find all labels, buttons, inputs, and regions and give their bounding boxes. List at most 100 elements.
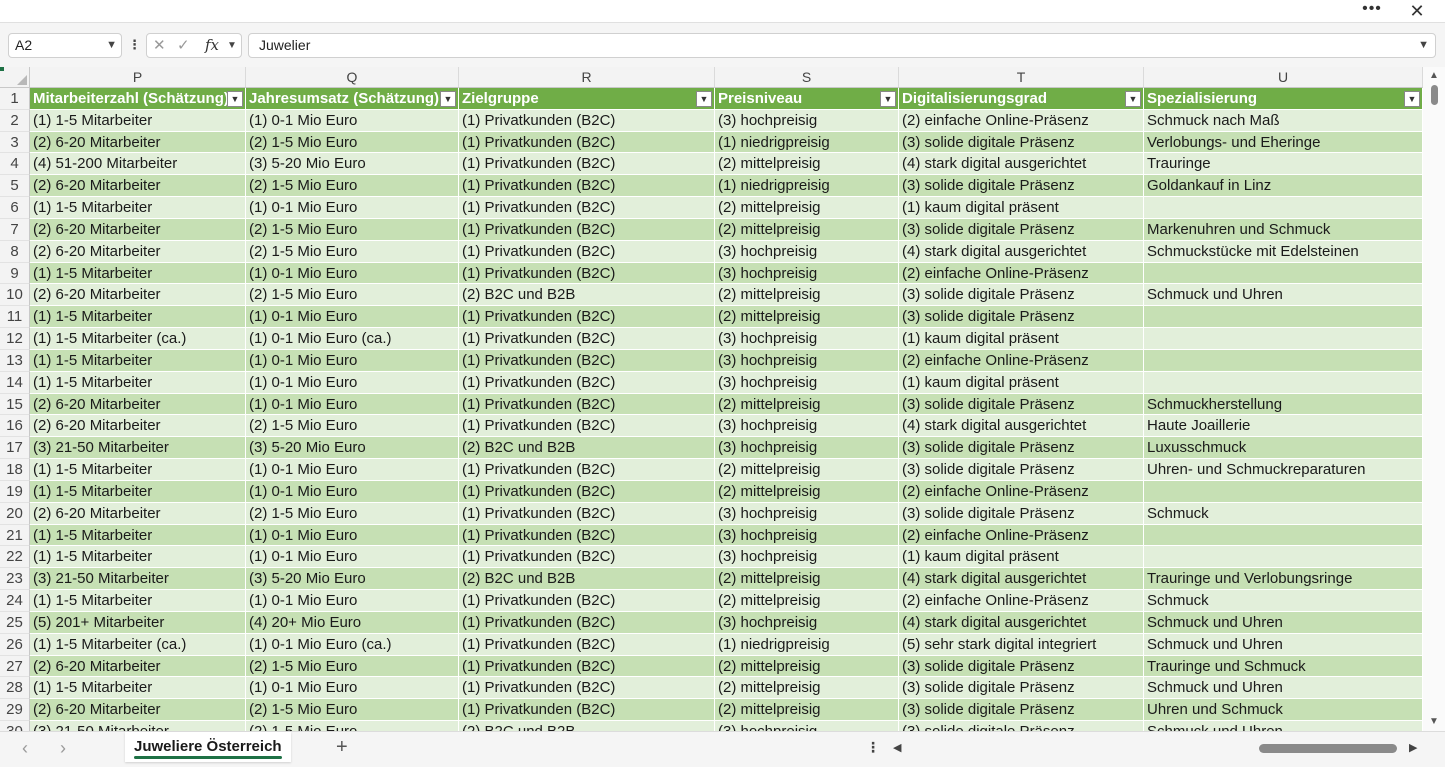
table-cell[interactable]: (2) 6-20 Mitarbeiter bbox=[30, 655, 246, 678]
table-cell[interactable]: (3) solide digitale Präsenz bbox=[899, 393, 1144, 416]
table-cell[interactable]: (3) solide digitale Präsenz bbox=[899, 721, 1144, 731]
table-cell[interactable]: (3) 21-50 Mitarbeiter bbox=[30, 721, 246, 731]
table-cell[interactable]: (2) mittelpreisig bbox=[715, 590, 899, 612]
table-cell[interactable]: (2) 1-5 Mio Euro bbox=[246, 415, 459, 438]
table-cell[interactable]: (1) Privatkunden (B2C) bbox=[459, 131, 715, 154]
prev-sheet-icon[interactable]: ‹ bbox=[22, 738, 28, 759]
table-cell[interactable]: (3) 21-50 Mitarbeiter bbox=[30, 568, 246, 591]
table-cell[interactable]: (2) 6-20 Mitarbeiter bbox=[30, 393, 246, 416]
header-cell[interactable]: Jahresumsatz (Schätzung) ▼ bbox=[246, 88, 459, 110]
table-cell[interactable]: (1) Privatkunden (B2C) bbox=[459, 371, 715, 394]
table-cell[interactable]: (2) B2C und B2B bbox=[459, 568, 715, 591]
table-cell[interactable]: (1) Privatkunden (B2C) bbox=[459, 328, 715, 350]
table-cell[interactable]: (3) hochpreisig bbox=[715, 611, 899, 634]
table-cell[interactable]: (1) Privatkunden (B2C) bbox=[459, 633, 715, 656]
table-cell[interactable]: Schmuck bbox=[1144, 502, 1423, 525]
table-cell[interactable]: Verlobungs- und Eheringe bbox=[1144, 131, 1423, 154]
table-cell[interactable]: (2) 6-20 Mitarbeiter bbox=[30, 502, 246, 525]
row-number[interactable]: 4 bbox=[0, 153, 30, 176]
table-cell[interactable]: (1) 1-5 Mitarbeiter bbox=[30, 349, 246, 372]
table-cell[interactable]: (1) 0-1 Mio Euro bbox=[246, 197, 459, 219]
table-cell[interactable]: (1) 0-1 Mio Euro (ca.) bbox=[246, 328, 459, 350]
table-cell[interactable]: (1) kaum digital präsent bbox=[899, 197, 1144, 219]
row-number[interactable]: 20 bbox=[0, 502, 30, 525]
table-cell[interactable]: (1) Privatkunden (B2C) bbox=[459, 677, 715, 700]
vertical-dots-icon[interactable]: ⋮ bbox=[866, 739, 880, 756]
table-cell[interactable]: (1) niedrigpreisig bbox=[715, 131, 899, 154]
row-number[interactable]: 22 bbox=[0, 546, 30, 569]
column-header-5[interactable]: U bbox=[1144, 67, 1423, 88]
filter-dropdown-icon[interactable]: ▼ bbox=[227, 91, 243, 107]
table-cell[interactable] bbox=[1144, 349, 1423, 372]
table-cell[interactable] bbox=[1144, 262, 1423, 285]
table-cell[interactable]: (2) mittelpreisig bbox=[715, 568, 899, 591]
row-number[interactable]: 6 bbox=[0, 197, 30, 219]
table-cell[interactable]: (3) 5-20 Mio Euro bbox=[246, 153, 459, 176]
table-cell[interactable]: (2) einfache Online-Präsenz bbox=[899, 524, 1144, 547]
cancel-icon[interactable]: ✕ bbox=[153, 34, 166, 57]
table-cell[interactable]: (3) hochpreisig bbox=[715, 524, 899, 547]
header-cell[interactable]: Spezialisierung ▼ bbox=[1144, 88, 1423, 110]
header-cell[interactable]: Preisniveau ▼ bbox=[715, 88, 899, 110]
table-cell[interactable]: (2) 1-5 Mio Euro bbox=[246, 218, 459, 241]
table-cell[interactable]: (4) stark digital ausgerichtet bbox=[899, 415, 1144, 438]
table-cell[interactable]: (4) stark digital ausgerichtet bbox=[899, 240, 1144, 263]
column-header-4[interactable]: T bbox=[899, 67, 1144, 88]
table-cell[interactable]: (2) mittelpreisig bbox=[715, 677, 899, 700]
sheet-tab[interactable]: Juweliere Österreich bbox=[125, 732, 291, 762]
vertical-dots-icon[interactable]: ⋮ bbox=[128, 35, 141, 55]
row-number[interactable]: 8 bbox=[0, 240, 30, 263]
table-cell[interactable]: (2) einfache Online-Präsenz bbox=[899, 262, 1144, 285]
table-cell[interactable]: (3) hochpreisig bbox=[715, 262, 899, 285]
table-cell[interactable]: Uhren und Schmuck bbox=[1144, 699, 1423, 722]
table-cell[interactable]: Schmuck und Uhren bbox=[1144, 284, 1423, 307]
table-cell[interactable]: (3) hochpreisig bbox=[715, 240, 899, 263]
table-cell[interactable]: (3) hochpreisig bbox=[715, 546, 899, 569]
vertical-scroll-thumb[interactable] bbox=[1431, 85, 1438, 105]
row-number[interactable]: 14 bbox=[0, 371, 30, 394]
table-cell[interactable]: (2) mittelpreisig bbox=[715, 655, 899, 678]
table-cell[interactable]: (3) solide digitale Präsenz bbox=[899, 699, 1144, 722]
table-cell[interactable]: Schmuckherstellung bbox=[1144, 393, 1423, 416]
row-number[interactable]: 9 bbox=[0, 262, 30, 285]
table-cell[interactable]: (5) sehr stark digital integriert bbox=[899, 633, 1144, 656]
table-cell[interactable]: (1) Privatkunden (B2C) bbox=[459, 546, 715, 569]
table-cell[interactable]: (2) 1-5 Mio Euro bbox=[246, 699, 459, 722]
table-cell[interactable]: (3) solide digitale Präsenz bbox=[899, 284, 1144, 307]
table-cell[interactable]: (2) 6-20 Mitarbeiter bbox=[30, 699, 246, 722]
row-number[interactable]: 13 bbox=[0, 349, 30, 372]
chevron-down-icon[interactable]: ▼ bbox=[227, 34, 237, 57]
row-number[interactable]: 2 bbox=[0, 109, 30, 132]
table-cell[interactable]: Markenuhren und Schmuck bbox=[1144, 218, 1423, 241]
add-sheet-icon[interactable]: + bbox=[336, 736, 348, 759]
table-cell[interactable]: (2) mittelpreisig bbox=[715, 306, 899, 329]
table-cell[interactable]: (2) 1-5 Mio Euro bbox=[246, 284, 459, 307]
scroll-right-icon[interactable]: ▶ bbox=[1409, 741, 1417, 754]
table-cell[interactable]: (3) hochpreisig bbox=[715, 415, 899, 438]
table-cell[interactable]: (2) 1-5 Mio Euro bbox=[246, 502, 459, 525]
column-header-3[interactable]: S bbox=[715, 67, 899, 88]
table-cell[interactable]: (2) mittelpreisig bbox=[715, 197, 899, 219]
table-cell[interactable]: Trauringe bbox=[1144, 153, 1423, 176]
table-cell[interactable]: (1) Privatkunden (B2C) bbox=[459, 262, 715, 285]
row-number[interactable]: 30 bbox=[0, 721, 30, 731]
table-cell[interactable]: (3) hochpreisig bbox=[715, 328, 899, 350]
table-cell[interactable]: (1) Privatkunden (B2C) bbox=[459, 197, 715, 219]
table-cell[interactable]: (1) 1-5 Mitarbeiter (ca.) bbox=[30, 633, 246, 656]
table-cell[interactable]: (1) Privatkunden (B2C) bbox=[459, 393, 715, 416]
table-cell[interactable]: (2) mittelpreisig bbox=[715, 699, 899, 722]
table-cell[interactable]: (1) Privatkunden (B2C) bbox=[459, 655, 715, 678]
table-cell[interactable]: Schmuck und Uhren bbox=[1144, 633, 1423, 656]
table-cell[interactable]: Schmuck und Uhren bbox=[1144, 721, 1423, 731]
header-cell[interactable]: Mitarbeiterzahl (Schätzung) ▼ bbox=[30, 88, 246, 110]
table-cell[interactable]: (1) 0-1 Mio Euro bbox=[246, 393, 459, 416]
table-cell[interactable]: (2) mittelpreisig bbox=[715, 218, 899, 241]
table-cell[interactable]: (1) 1-5 Mitarbeiter bbox=[30, 480, 246, 503]
table-cell[interactable]: (2) 6-20 Mitarbeiter bbox=[30, 218, 246, 241]
table-cell[interactable]: (1) Privatkunden (B2C) bbox=[459, 153, 715, 176]
table-cell[interactable]: (3) solide digitale Präsenz bbox=[899, 306, 1144, 329]
table-cell[interactable]: (1) 1-5 Mitarbeiter (ca.) bbox=[30, 328, 246, 350]
row-number[interactable]: 19 bbox=[0, 480, 30, 503]
row-number[interactable]: 24 bbox=[0, 590, 30, 612]
name-box[interactable]: A2 ▼ bbox=[8, 33, 122, 58]
